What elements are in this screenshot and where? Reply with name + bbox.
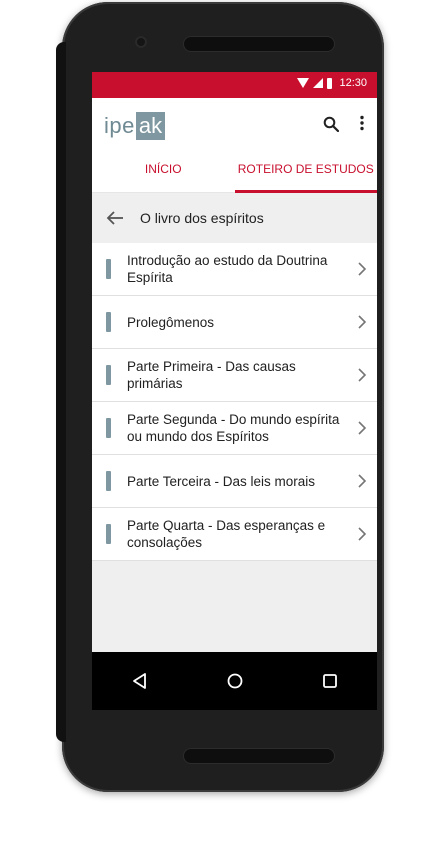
wifi-icon bbox=[297, 78, 310, 88]
list-item-label: Parte Segunda - Do mundo espírita ou mun… bbox=[127, 412, 340, 444]
chevron-right-icon bbox=[358, 527, 367, 541]
list-item[interactable]: Parte Terceira - Das leis morais bbox=[92, 455, 377, 508]
chevron-right-icon bbox=[358, 421, 367, 435]
book-icon bbox=[106, 524, 111, 544]
tab-inicio-label: INÍCIO bbox=[144, 162, 182, 176]
app-bar: ipe ak bbox=[92, 98, 377, 146]
battery-icon bbox=[327, 77, 333, 89]
list-item[interactable]: Parte Segunda - Do mundo espírita ou mun… bbox=[92, 402, 377, 455]
section-header: O livro dos espíritos bbox=[92, 193, 377, 243]
list-item[interactable]: Parte Primeira - Das causas primárias bbox=[92, 349, 377, 402]
tab-roteiro-de-estudos[interactable]: ROTEIRO DE ESTUDOS bbox=[234, 146, 378, 193]
chevron-right-icon bbox=[358, 368, 367, 382]
book-icon bbox=[106, 312, 111, 332]
top-speaker bbox=[183, 36, 335, 52]
nav-home-icon[interactable] bbox=[225, 671, 245, 691]
nav-recents-icon[interactable] bbox=[320, 671, 340, 691]
chevron-right-icon bbox=[358, 474, 367, 488]
nav-back-icon[interactable] bbox=[130, 671, 150, 691]
list-item[interactable]: Parte Quarta - Das esperanças e consolaç… bbox=[92, 508, 377, 561]
status-clock: 12:30 bbox=[339, 77, 367, 89]
book-icon bbox=[106, 365, 111, 385]
list-item[interactable]: Prolegômenos bbox=[92, 296, 377, 349]
book-icon bbox=[106, 471, 111, 491]
list-item-label: Parte Terceira - Das leis morais bbox=[127, 473, 316, 489]
chevron-right-icon bbox=[358, 315, 367, 329]
list-item-label: Parte Quarta - Das esperanças e consolaç… bbox=[127, 518, 326, 550]
system-nav-bar bbox=[92, 652, 377, 710]
chevron-right-icon bbox=[358, 262, 367, 276]
chapter-list: Introdução ao estudo da Doutrina Espírit… bbox=[92, 243, 377, 561]
list-item-label: Introdução ao estudo da Doutrina Espírit… bbox=[127, 253, 328, 285]
more-vert-icon[interactable] bbox=[359, 115, 365, 131]
section-title: O livro dos espíritos bbox=[140, 210, 264, 226]
camera-icon bbox=[135, 36, 147, 48]
list-item[interactable]: Introdução ao estudo da Doutrina Espírit… bbox=[92, 243, 377, 296]
status-bar: 12:30 bbox=[92, 72, 377, 98]
list-item-label: Prolegômenos bbox=[127, 314, 215, 330]
book-icon bbox=[106, 259, 111, 279]
signal-icon bbox=[313, 78, 324, 88]
app-logo: ipe ak bbox=[104, 112, 166, 140]
bottom-speaker bbox=[183, 748, 335, 764]
back-arrow-icon[interactable] bbox=[106, 211, 124, 225]
tab-inicio[interactable]: INÍCIO bbox=[92, 146, 235, 192]
tab-roteiro-label: ROTEIRO DE ESTUDOS bbox=[237, 162, 374, 176]
logo-text-ipe: ipe bbox=[104, 113, 135, 138]
logo-text-ak: ak bbox=[135, 112, 166, 140]
search-icon[interactable] bbox=[323, 116, 339, 132]
list-item-label: Parte Primeira - Das causas primárias bbox=[127, 359, 296, 391]
phone-screen: 12:30 ipe ak INÍCIO ROTEIRO DE ESTUDOS O… bbox=[92, 72, 377, 710]
book-icon bbox=[106, 418, 111, 438]
tab-bar: INÍCIO ROTEIRO DE ESTUDOS bbox=[92, 146, 377, 193]
status-icons: 12:30 bbox=[297, 77, 367, 89]
